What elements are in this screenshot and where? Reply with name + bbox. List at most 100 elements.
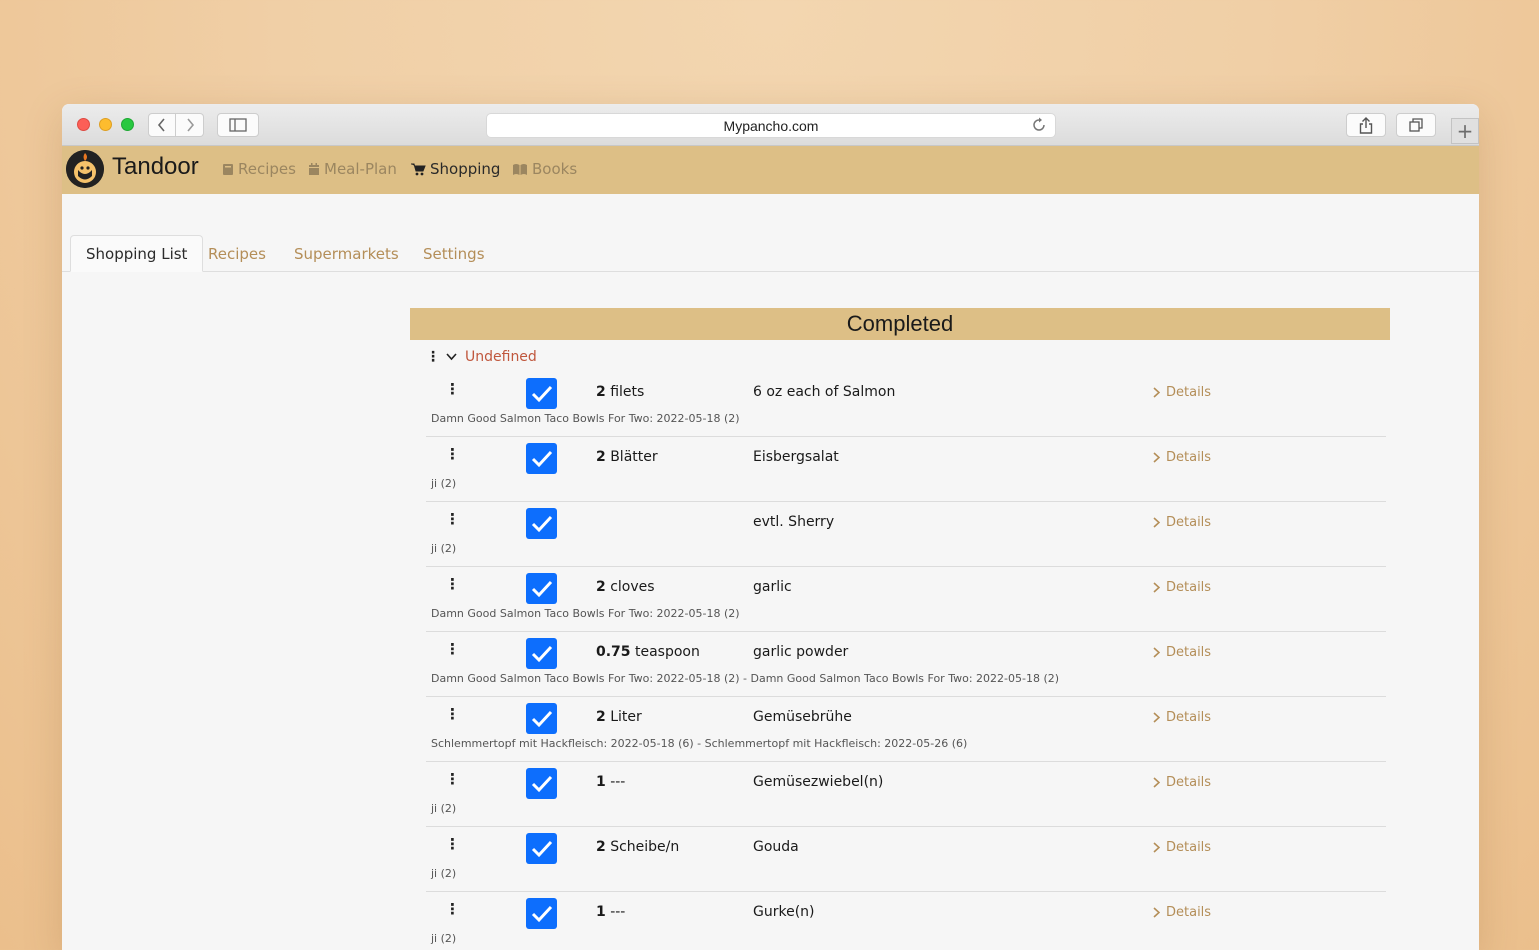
item-qty: 2 [596,709,606,725]
nav-meal-plan-link[interactable]: Meal-Plan [308,160,397,178]
item-food: Gouda [753,839,799,855]
item-checkbox[interactable] [526,833,557,864]
item-checkbox[interactable] [526,443,557,474]
item-qty: 2 [596,384,606,400]
maximize-window-button[interactable] [121,118,134,131]
item-unit: --- [610,904,626,920]
item-checkbox[interactable] [526,378,557,409]
item-details-toggle[interactable]: Details [1153,385,1211,400]
chevron-right-icon [1153,712,1160,723]
nav-books-link[interactable]: Books [512,160,577,178]
details-label: Details [1166,515,1212,530]
chevron-down-icon[interactable] [446,353,457,361]
minimize-window-button[interactable] [99,118,112,131]
chevron-right-icon [1153,452,1160,463]
item-menu-icon[interactable]: ⋮ [445,837,460,852]
item-details-toggle[interactable]: Details [1153,450,1211,465]
item-unit: Scheibe/n [610,839,680,855]
nav-shopping-link[interactable]: Shopping [411,160,500,178]
sidebar-toggle-button[interactable] [217,113,259,137]
nav-recipes-link[interactable]: Recipes [222,160,296,178]
item-menu-icon[interactable]: ⋮ [445,512,460,527]
item-details-toggle[interactable]: Details [1153,840,1211,855]
item-food: Gurke(n) [753,904,815,920]
nav-books-label: Books [532,160,578,178]
item-recipe-note: ji (2) [431,802,457,815]
list-item: ⋮ 2 Scheibe/n Gouda Details ji (2) [426,827,1386,892]
item-recipe-note: ji (2) [431,932,457,945]
checkmark-icon [531,710,552,727]
category-group-header[interactable]: ⋮ Undefined [426,349,537,365]
tab-overview-button[interactable] [1396,113,1436,137]
item-food: 6 oz each of Salmon [753,384,896,400]
checkmark-icon [531,515,552,532]
item-checkbox[interactable] [526,898,557,929]
tandoor-logo[interactable] [66,150,104,188]
item-food: evtl. Sherry [753,514,835,530]
item-amount: 1 --- [596,774,625,790]
item-recipe-note: ji (2) [431,542,457,555]
category-menu-icon[interactable]: ⋮ [426,350,440,364]
details-label: Details [1166,450,1212,465]
back-button[interactable] [148,113,176,137]
item-details-toggle[interactable]: Details [1153,515,1211,530]
item-food: Gemüsebrühe [753,709,852,725]
tab-supermarkets-label: Supermarkets [294,244,399,263]
shopping-tabs: Shopping List Recipes Supermarkets Setti… [62,194,1479,272]
cart-icon [411,163,426,175]
share-icon [1359,116,1373,134]
url-text: Mypancho.com [723,117,819,134]
sidebar-icon [229,118,247,132]
checkmark-icon [531,580,552,597]
details-label: Details [1166,580,1212,595]
app-navbar: Tandoor Recipes Meal-Plan Shopping Books [62,146,1479,194]
item-details-toggle[interactable]: Details [1153,645,1211,660]
item-details-toggle[interactable]: Details [1153,775,1211,790]
item-menu-icon[interactable]: ⋮ [445,902,460,917]
item-details-toggle[interactable]: Details [1153,710,1211,725]
new-tab-button[interactable]: + [1451,118,1479,144]
tab-supermarkets[interactable]: Supermarkets [279,235,414,272]
tab-settings[interactable]: Settings [408,235,500,272]
item-qty: 2 [596,449,606,465]
item-menu-icon[interactable]: ⋮ [445,577,460,592]
logo-icon [66,150,104,188]
share-button[interactable] [1346,113,1386,137]
item-menu-icon[interactable]: ⋮ [445,707,460,722]
item-menu-icon[interactable]: ⋮ [445,382,460,397]
item-checkbox[interactable] [526,703,557,734]
tab-shopping-list-label: Shopping List [86,244,188,263]
nav-meal-plan-label: Meal-Plan [324,160,397,178]
tab-shopping-list[interactable]: Shopping List [70,235,204,272]
details-label: Details [1166,905,1212,920]
details-label: Details [1166,775,1212,790]
item-unit: filets [610,384,645,400]
tab-recipes[interactable]: Recipes [193,235,281,272]
item-details-toggle[interactable]: Details [1153,580,1211,595]
item-amount: 2 filets [596,384,644,400]
item-recipe-note: ji (2) [431,867,457,880]
item-details-toggle[interactable]: Details [1153,905,1211,920]
checkmark-icon [531,840,552,857]
close-window-button[interactable] [77,118,90,131]
calendar-icon [309,162,319,175]
list-item: ⋮ 1 --- Gurke(n) Details ji (2) [426,892,1386,950]
chevron-right-icon [1153,517,1160,528]
app-brand[interactable]: Tandoor [112,153,199,181]
forward-button[interactable] [176,113,204,137]
reload-icon[interactable] [1031,117,1047,133]
item-checkbox[interactable] [526,508,557,539]
list-item: ⋮ 2 filets 6 oz each of Salmon Details D… [426,372,1386,437]
details-label: Details [1166,840,1212,855]
item-qty: 0.75 [596,644,631,660]
item-menu-icon[interactable]: ⋮ [445,772,460,787]
book-icon [223,163,233,175]
item-checkbox[interactable] [526,638,557,669]
item-checkbox[interactable] [526,768,557,799]
completed-title: Completed [846,311,954,336]
item-checkbox[interactable] [526,573,557,604]
item-qty: 2 [596,839,606,855]
address-bar[interactable]: Mypancho.com [486,113,1056,138]
item-menu-icon[interactable]: ⋮ [445,447,460,462]
item-menu-icon[interactable]: ⋮ [445,642,460,657]
